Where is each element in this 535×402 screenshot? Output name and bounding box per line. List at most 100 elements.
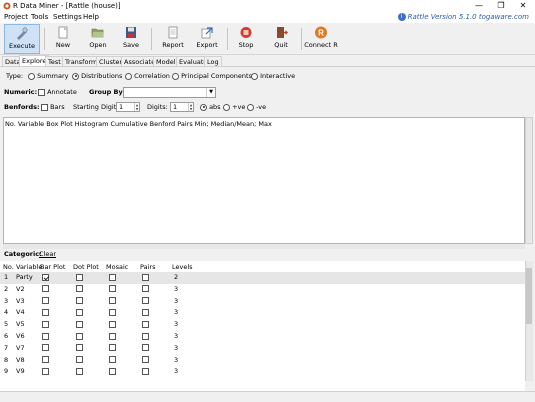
checkbox[interactable] [42,332,49,340]
bar-plot-checkbox[interactable] [42,331,49,342]
bar-plot-checkbox[interactable] [42,355,49,366]
starting-digit-spinner[interactable]: 1 ▲ ▼ [116,102,140,112]
mosaic-checkbox[interactable] [109,319,116,330]
numeric-vertical-scrollbar[interactable] [525,117,533,244]
radio-correlation[interactable] [125,72,132,80]
checkbox[interactable] [76,320,83,328]
checkbox[interactable] [76,285,83,293]
tab-model[interactable]: Model [153,56,179,66]
table-row[interactable]: 7 V7 3 [0,343,525,355]
checkbox[interactable] [76,367,83,375]
digits-field[interactable]: 1 ▲ ▼ [170,102,194,112]
radio-positive[interactable] [223,103,230,111]
dot-plot-checkbox[interactable] [76,366,83,377]
checkbox[interactable] [142,356,149,364]
open-button[interactable]: Open [84,24,112,54]
checkbox[interactable] [142,344,149,352]
new-button[interactable]: New [50,24,76,54]
checkbox[interactable] [42,308,49,316]
checkbox[interactable] [109,367,116,375]
bars-option[interactable]: Bars [41,103,65,112]
checkbox[interactable] [142,285,149,293]
checkbox[interactable] [142,308,149,316]
menu-project[interactable]: Project [4,12,28,23]
checkbox[interactable] [142,320,149,328]
type-principal-components-option[interactable]: Principal Components [172,72,252,81]
table-row[interactable]: 9 V9 3 [0,366,525,378]
checkbox[interactable] [109,320,116,328]
table-row[interactable]: 6 V6 3 [0,331,525,343]
sign-positive-option[interactable]: +ve [223,103,245,112]
checkbox[interactable] [109,332,116,340]
grid-scroll-thumb[interactable] [526,268,532,324]
execute-button[interactable]: Execute [4,24,40,54]
stop-button[interactable]: Stop [233,24,259,54]
connect-r-button[interactable]: R Connect R [304,24,338,54]
radio-summary[interactable] [28,72,35,80]
close-button[interactable]: ✕ [512,0,534,12]
radio-interactive[interactable] [251,72,258,80]
checkbox[interactable] [42,285,49,293]
checkbox[interactable] [142,273,149,281]
tab-log[interactable]: Log [204,56,222,66]
menu-help[interactable]: Help [83,12,99,23]
version-label[interactable]: i Rattle Version 5.1.0 togaware.com [397,12,529,23]
menu-tools[interactable]: Tools [31,12,48,23]
checkbox[interactable] [42,367,49,375]
bar-plot-checkbox[interactable] [42,272,49,283]
checkbox[interactable] [76,332,83,340]
clear-button[interactable]: Clear [39,250,56,259]
table-row[interactable]: 8 V8 3 [0,355,525,367]
pairs-checkbox[interactable] [142,319,149,330]
checkbox[interactable] [109,356,116,364]
checkbox[interactable] [42,297,49,305]
pairs-checkbox[interactable] [142,331,149,342]
radio-negative[interactable] [247,103,254,111]
dot-plot-checkbox[interactable] [76,331,83,342]
tab-transform[interactable]: Transform [62,56,101,66]
bar-plot-checkbox[interactable] [42,296,49,307]
radio-distributions[interactable] [72,72,79,80]
pairs-checkbox[interactable] [142,343,149,354]
checkbox[interactable] [76,297,83,305]
type-interactive-option[interactable]: Interactive [251,72,295,81]
digits-spinner[interactable]: 1 ▲ ▼ [170,102,194,112]
checkbox[interactable] [42,356,49,364]
sign-negative-option[interactable]: -ve [247,103,266,112]
dot-plot-checkbox[interactable] [76,355,83,366]
pairs-checkbox[interactable] [142,272,149,283]
checkbox[interactable] [142,297,149,305]
annotate-option[interactable]: Annotate [38,88,77,97]
checkbox[interactable] [109,273,116,281]
table-row[interactable]: 5 V5 3 [0,319,525,331]
tab-test[interactable]: Test [45,56,64,66]
bar-plot-checkbox[interactable] [42,284,49,295]
maximize-button[interactable]: ❐ [490,0,512,12]
quit-button[interactable]: Quit [268,24,294,54]
report-button[interactable]: Report [158,24,188,54]
dot-plot-checkbox[interactable] [76,272,83,283]
dot-plot-checkbox[interactable] [76,296,83,307]
checkbox[interactable] [142,367,149,375]
mosaic-checkbox[interactable] [109,331,116,342]
checkbox[interactable] [42,320,49,328]
table-row[interactable]: 1 Party 2 [0,272,525,284]
type-correlation-option[interactable]: Correlation [125,72,170,81]
bars-checkbox[interactable] [41,103,48,111]
checkbox[interactable] [76,344,83,352]
type-distributions-option[interactable]: Distributions [72,72,122,81]
dot-plot-checkbox[interactable] [76,343,83,354]
checkbox[interactable] [76,308,83,316]
checkbox[interactable] [109,344,116,352]
checkbox[interactable] [142,332,149,340]
numeric-variables-list[interactable]: No. Variable Box Plot Histogram Cumulati… [3,117,525,244]
pairs-checkbox[interactable] [142,284,149,295]
mosaic-checkbox[interactable] [109,366,116,377]
mosaic-checkbox[interactable] [109,355,116,366]
sign-abs-option[interactable]: abs [200,103,221,112]
dot-plot-checkbox[interactable] [76,319,83,330]
checkbox[interactable] [76,273,83,281]
mosaic-checkbox[interactable] [109,307,116,318]
annotate-checkbox[interactable] [38,88,45,96]
export-button[interactable]: Export [192,24,222,54]
